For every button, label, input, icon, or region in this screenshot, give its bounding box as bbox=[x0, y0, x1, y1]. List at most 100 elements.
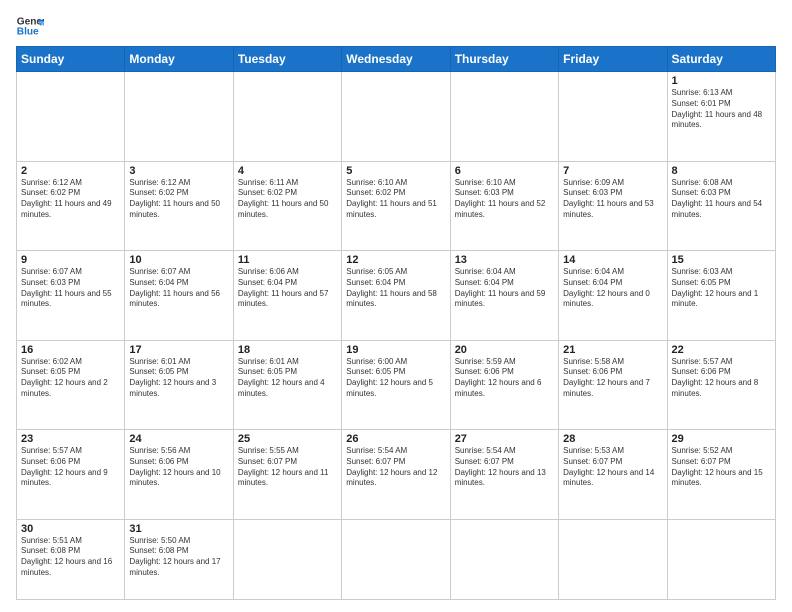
day-number: 9 bbox=[21, 254, 120, 266]
day-cell: 20Sunrise: 5:59 AMSunset: 6:06 PMDayligh… bbox=[450, 340, 558, 430]
day-info: Sunrise: 6:04 AMSunset: 6:04 PMDaylight:… bbox=[455, 267, 554, 310]
day-cell: 31Sunrise: 5:50 AMSunset: 6:08 PMDayligh… bbox=[125, 519, 233, 599]
day-info: Sunrise: 5:57 AMSunset: 6:06 PMDaylight:… bbox=[672, 357, 771, 400]
day-cell: 16Sunrise: 6:02 AMSunset: 6:05 PMDayligh… bbox=[17, 340, 125, 430]
day-info: Sunrise: 5:56 AMSunset: 6:06 PMDaylight:… bbox=[129, 446, 228, 489]
day-number: 1 bbox=[672, 75, 771, 87]
weekday-header-tuesday: Tuesday bbox=[233, 47, 341, 72]
day-info: Sunrise: 5:51 AMSunset: 6:08 PMDaylight:… bbox=[21, 536, 120, 579]
day-number: 26 bbox=[346, 433, 445, 445]
day-number: 3 bbox=[129, 165, 228, 177]
day-cell: 5Sunrise: 6:10 AMSunset: 6:02 PMDaylight… bbox=[342, 161, 450, 251]
day-number: 30 bbox=[21, 523, 120, 535]
weekday-header-thursday: Thursday bbox=[450, 47, 558, 72]
day-cell: 27Sunrise: 5:54 AMSunset: 6:07 PMDayligh… bbox=[450, 430, 558, 520]
day-info: Sunrise: 5:52 AMSunset: 6:07 PMDaylight:… bbox=[672, 446, 771, 489]
weekday-header-row: SundayMondayTuesdayWednesdayThursdayFrid… bbox=[17, 47, 776, 72]
day-cell: 15Sunrise: 6:03 AMSunset: 6:05 PMDayligh… bbox=[667, 251, 775, 341]
day-cell bbox=[125, 72, 233, 162]
day-cell bbox=[450, 72, 558, 162]
day-cell: 7Sunrise: 6:09 AMSunset: 6:03 PMDaylight… bbox=[559, 161, 667, 251]
day-number: 24 bbox=[129, 433, 228, 445]
calendar-header: SundayMondayTuesdayWednesdayThursdayFrid… bbox=[17, 47, 776, 72]
day-number: 25 bbox=[238, 433, 337, 445]
day-cell: 10Sunrise: 6:07 AMSunset: 6:04 PMDayligh… bbox=[125, 251, 233, 341]
day-cell: 22Sunrise: 5:57 AMSunset: 6:06 PMDayligh… bbox=[667, 340, 775, 430]
day-number: 23 bbox=[21, 433, 120, 445]
day-cell: 9Sunrise: 6:07 AMSunset: 6:03 PMDaylight… bbox=[17, 251, 125, 341]
day-number: 15 bbox=[672, 254, 771, 266]
week-row-1: 2Sunrise: 6:12 AMSunset: 6:02 PMDaylight… bbox=[17, 161, 776, 251]
logo: General Blue bbox=[16, 12, 44, 40]
calendar-body: 1Sunrise: 6:13 AMSunset: 6:01 PMDaylight… bbox=[17, 72, 776, 600]
day-number: 29 bbox=[672, 433, 771, 445]
day-info: Sunrise: 6:02 AMSunset: 6:05 PMDaylight:… bbox=[21, 357, 120, 400]
day-cell: 29Sunrise: 5:52 AMSunset: 6:07 PMDayligh… bbox=[667, 430, 775, 520]
day-cell: 13Sunrise: 6:04 AMSunset: 6:04 PMDayligh… bbox=[450, 251, 558, 341]
day-info: Sunrise: 6:00 AMSunset: 6:05 PMDaylight:… bbox=[346, 357, 445, 400]
day-number: 31 bbox=[129, 523, 228, 535]
day-number: 2 bbox=[21, 165, 120, 177]
calendar-table: SundayMondayTuesdayWednesdayThursdayFrid… bbox=[16, 46, 776, 600]
day-number: 12 bbox=[346, 254, 445, 266]
day-number: 19 bbox=[346, 344, 445, 356]
svg-text:Blue: Blue bbox=[17, 27, 39, 38]
day-info: Sunrise: 6:09 AMSunset: 6:03 PMDaylight:… bbox=[563, 178, 662, 221]
day-cell: 6Sunrise: 6:10 AMSunset: 6:03 PMDaylight… bbox=[450, 161, 558, 251]
day-cell: 23Sunrise: 5:57 AMSunset: 6:06 PMDayligh… bbox=[17, 430, 125, 520]
day-info: Sunrise: 5:54 AMSunset: 6:07 PMDaylight:… bbox=[455, 446, 554, 489]
day-info: Sunrise: 5:58 AMSunset: 6:06 PMDaylight:… bbox=[563, 357, 662, 400]
day-info: Sunrise: 6:07 AMSunset: 6:03 PMDaylight:… bbox=[21, 267, 120, 310]
day-cell: 3Sunrise: 6:12 AMSunset: 6:02 PMDaylight… bbox=[125, 161, 233, 251]
week-row-5: 30Sunrise: 5:51 AMSunset: 6:08 PMDayligh… bbox=[17, 519, 776, 599]
day-cell bbox=[17, 72, 125, 162]
day-number: 28 bbox=[563, 433, 662, 445]
day-cell: 8Sunrise: 6:08 AMSunset: 6:03 PMDaylight… bbox=[667, 161, 775, 251]
day-cell: 14Sunrise: 6:04 AMSunset: 6:04 PMDayligh… bbox=[559, 251, 667, 341]
day-number: 22 bbox=[672, 344, 771, 356]
day-number: 14 bbox=[563, 254, 662, 266]
day-info: Sunrise: 6:10 AMSunset: 6:02 PMDaylight:… bbox=[346, 178, 445, 221]
day-number: 6 bbox=[455, 165, 554, 177]
day-cell bbox=[450, 519, 558, 599]
day-cell bbox=[342, 519, 450, 599]
week-row-3: 16Sunrise: 6:02 AMSunset: 6:05 PMDayligh… bbox=[17, 340, 776, 430]
day-cell: 26Sunrise: 5:54 AMSunset: 6:07 PMDayligh… bbox=[342, 430, 450, 520]
day-cell: 18Sunrise: 6:01 AMSunset: 6:05 PMDayligh… bbox=[233, 340, 341, 430]
day-info: Sunrise: 6:03 AMSunset: 6:05 PMDaylight:… bbox=[672, 267, 771, 310]
logo-icon: General Blue bbox=[16, 12, 44, 40]
day-info: Sunrise: 6:04 AMSunset: 6:04 PMDaylight:… bbox=[563, 267, 662, 310]
day-cell: 24Sunrise: 5:56 AMSunset: 6:06 PMDayligh… bbox=[125, 430, 233, 520]
day-number: 7 bbox=[563, 165, 662, 177]
day-number: 11 bbox=[238, 254, 337, 266]
weekday-header-sunday: Sunday bbox=[17, 47, 125, 72]
day-number: 16 bbox=[21, 344, 120, 356]
day-number: 17 bbox=[129, 344, 228, 356]
day-cell bbox=[667, 519, 775, 599]
day-cell bbox=[559, 519, 667, 599]
header: General Blue bbox=[16, 12, 776, 40]
day-info: Sunrise: 5:59 AMSunset: 6:06 PMDaylight:… bbox=[455, 357, 554, 400]
day-info: Sunrise: 6:01 AMSunset: 6:05 PMDaylight:… bbox=[129, 357, 228, 400]
day-number: 13 bbox=[455, 254, 554, 266]
day-number: 27 bbox=[455, 433, 554, 445]
day-cell: 2Sunrise: 6:12 AMSunset: 6:02 PMDaylight… bbox=[17, 161, 125, 251]
day-info: Sunrise: 5:54 AMSunset: 6:07 PMDaylight:… bbox=[346, 446, 445, 489]
day-cell: 25Sunrise: 5:55 AMSunset: 6:07 PMDayligh… bbox=[233, 430, 341, 520]
week-row-0: 1Sunrise: 6:13 AMSunset: 6:01 PMDaylight… bbox=[17, 72, 776, 162]
day-cell: 12Sunrise: 6:05 AMSunset: 6:04 PMDayligh… bbox=[342, 251, 450, 341]
day-info: Sunrise: 5:50 AMSunset: 6:08 PMDaylight:… bbox=[129, 536, 228, 579]
day-cell bbox=[233, 72, 341, 162]
day-info: Sunrise: 5:55 AMSunset: 6:07 PMDaylight:… bbox=[238, 446, 337, 489]
page: General Blue SundayMondayTuesdayWednesda… bbox=[0, 0, 792, 612]
day-number: 18 bbox=[238, 344, 337, 356]
day-number: 10 bbox=[129, 254, 228, 266]
weekday-header-saturday: Saturday bbox=[667, 47, 775, 72]
day-cell bbox=[559, 72, 667, 162]
day-info: Sunrise: 6:11 AMSunset: 6:02 PMDaylight:… bbox=[238, 178, 337, 221]
day-number: 8 bbox=[672, 165, 771, 177]
day-info: Sunrise: 6:10 AMSunset: 6:03 PMDaylight:… bbox=[455, 178, 554, 221]
day-cell: 19Sunrise: 6:00 AMSunset: 6:05 PMDayligh… bbox=[342, 340, 450, 430]
day-number: 4 bbox=[238, 165, 337, 177]
day-info: Sunrise: 6:12 AMSunset: 6:02 PMDaylight:… bbox=[21, 178, 120, 221]
